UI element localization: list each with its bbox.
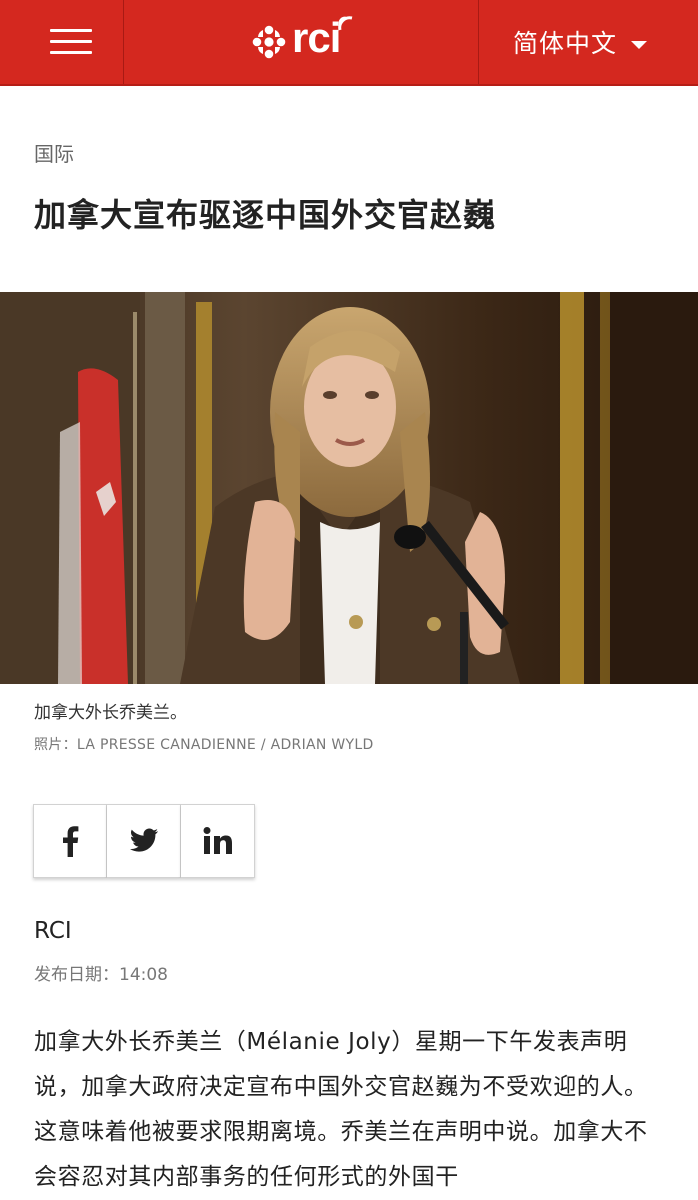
publish-date: 发布日期：14:08 [34,960,168,985]
publish-date-label: 发布日期： [34,965,119,985]
share-twitter-button[interactable] [107,804,181,878]
facebook-icon [63,826,79,857]
share-facebook-button[interactable] [33,804,107,878]
language-selector[interactable]: 简体中文 [478,0,698,84]
top-navigation-bar: rci 简体中文 [0,0,698,86]
article-category[interactable]: 国际 [34,138,74,167]
menu-button[interactable] [0,0,124,84]
twitter-icon [129,828,158,852]
press-conference-photo [0,292,698,684]
article-author: RCI [34,918,72,944]
linkedin-icon [203,827,232,854]
language-label: 简体中文 [513,29,618,58]
logo-text: rci [292,14,341,61]
article-title: 加拿大宣布驱逐中国外交官赵巍 [34,196,497,234]
article-photo [0,292,698,684]
photo-credit: 照片：LA PRESSE CANADIENNE / ADRIAN WYLD [34,737,374,753]
rci-logo[interactable]: rci [250,14,360,64]
article-body: 加拿大外长乔美兰（Mélanie Joly）星期一下午发表声明说，加拿大政府决定… [34,1029,648,1190]
signal-arc-icon [338,16,353,31]
share-linkedin-button[interactable] [181,804,255,878]
share-bar [33,804,255,878]
publish-date-value: 14:08 [119,965,168,985]
photo-caption: 加拿大外长乔美兰。 [34,703,187,723]
chevron-down-icon [631,41,647,49]
